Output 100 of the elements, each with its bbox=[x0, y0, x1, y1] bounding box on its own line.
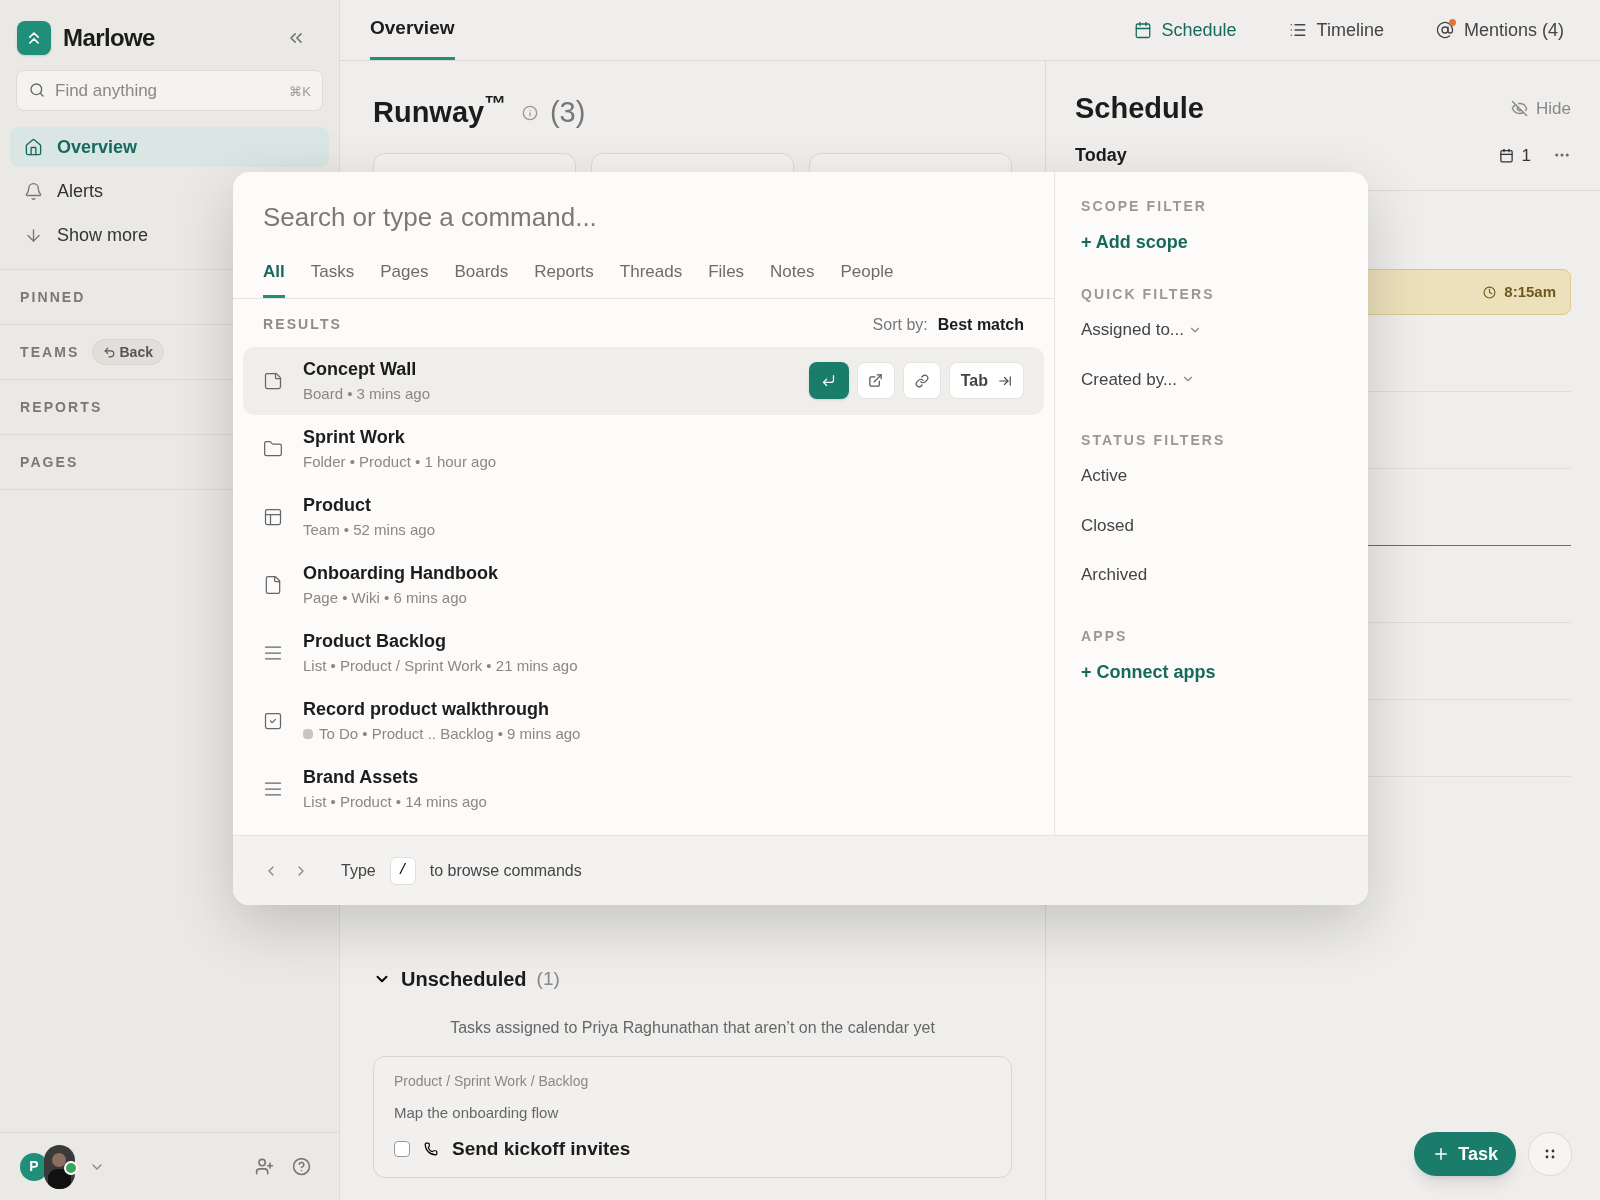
filter-dropdown[interactable]: Created by... bbox=[1081, 366, 1342, 392]
new-window-button[interactable] bbox=[856, 362, 895, 399]
task-checkbox[interactable] bbox=[394, 1140, 410, 1157]
hint-text: to browse commands bbox=[429, 860, 582, 881]
note-icon bbox=[263, 370, 283, 391]
status-option[interactable]: Active bbox=[1081, 463, 1342, 489]
profile-avatar[interactable] bbox=[44, 1144, 75, 1189]
sort-dropdown[interactable]: Best match bbox=[937, 312, 1024, 337]
result-item[interactable]: Product Backlog List • Product / Sprint Work • 21 mins ago bbox=[243, 618, 1044, 687]
back-button[interactable]: Back bbox=[91, 339, 164, 365]
phone-icon bbox=[424, 1141, 438, 1156]
link-icon bbox=[914, 373, 929, 388]
section-heading: REPORTS bbox=[20, 397, 103, 417]
filter-heading: SCOPE FILTER bbox=[1081, 197, 1209, 216]
checkbox-icon bbox=[263, 710, 283, 731]
dots-icon bbox=[1544, 1148, 1556, 1160]
add-link[interactable]: + Add scope bbox=[1081, 229, 1342, 256]
panel-title: Schedule bbox=[1075, 91, 1204, 126]
view-link[interactable]: Timeline bbox=[1288, 16, 1384, 44]
nav-item[interactable]: Overview bbox=[10, 127, 329, 167]
view-link[interactable]: Mentions (4) bbox=[1435, 16, 1564, 44]
filter-tab[interactable]: Pages bbox=[380, 259, 429, 298]
result-title: Onboarding Handbook bbox=[303, 561, 498, 585]
result-item[interactable]: Brand Assets List • Product • 14 mins ago bbox=[243, 754, 1044, 823]
arrow-to-line-icon bbox=[998, 373, 1012, 388]
filter-tab[interactable]: Boards bbox=[454, 259, 509, 298]
result-item[interactable]: Sprint Work Folder • Product • 1 hour ago bbox=[243, 414, 1044, 483]
filter-dropdown[interactable]: Assigned to... bbox=[1081, 317, 1342, 343]
command-input[interactable]: Search or type a command... bbox=[263, 198, 1024, 237]
search-icon bbox=[29, 82, 45, 98]
undo-arrow-icon bbox=[102, 345, 116, 359]
section-heading: TEAMS bbox=[20, 342, 80, 362]
title-count: (3) bbox=[549, 95, 586, 130]
filter-tab[interactable]: All bbox=[263, 259, 285, 298]
page-tab[interactable]: Overview bbox=[370, 0, 455, 60]
result-item[interactable]: Record product walkthrough To Do • Product .. Backlog • 9 mins ago bbox=[243, 686, 1044, 755]
section-heading: PAGES bbox=[20, 452, 79, 472]
result-title: Sprint Work bbox=[303, 425, 406, 449]
result-title: Record product walkthrough bbox=[303, 697, 550, 721]
filter-tab[interactable]: Files bbox=[708, 259, 745, 298]
status-option[interactable]: Archived bbox=[1081, 562, 1342, 588]
result-title: Product bbox=[303, 493, 372, 517]
copy-link-button[interactable] bbox=[902, 362, 941, 399]
list-icon bbox=[1288, 21, 1307, 39]
external-link-icon bbox=[868, 373, 884, 388]
section-title: Unscheduled bbox=[401, 967, 527, 992]
at-sign-icon bbox=[1435, 21, 1454, 39]
results-heading: RESULTS bbox=[263, 315, 342, 334]
result-meta: Team • 52 mins ago bbox=[303, 519, 435, 540]
result-meta: List • Product / Sprint Work • 21 mins ago bbox=[303, 655, 578, 676]
enter-icon bbox=[821, 373, 837, 388]
page-title: Runway$^{™}$ bbox=[373, 91, 506, 130]
shortcut-hint: ⌘K bbox=[289, 83, 311, 101]
filter-tab[interactable]: People bbox=[840, 259, 894, 298]
task-card[interactable]: Product / Sprint Work / Backlog Map the onboarding flow Send kickoff invites bbox=[373, 1056, 1012, 1178]
bell-icon bbox=[24, 181, 43, 201]
event-time: 8:15am bbox=[1504, 281, 1556, 302]
breadcrumb: Product / Sprint Work / Backlog bbox=[394, 1072, 590, 1091]
info-icon[interactable] bbox=[521, 104, 538, 121]
eye-off-icon bbox=[1511, 100, 1529, 118]
result-item[interactable]: Onboarding Handbook Page • Wiki • 6 mins ago bbox=[243, 550, 1044, 619]
calendar-icon bbox=[1498, 147, 1514, 163]
filter-tab[interactable]: Reports bbox=[534, 259, 594, 298]
result-item[interactable]: Concept Wall Board • 3 mins ago Tab bbox=[243, 346, 1044, 415]
status-option[interactable]: Closed bbox=[1081, 512, 1342, 538]
result-title: Product Backlog bbox=[303, 629, 448, 653]
open-button[interactable] bbox=[808, 362, 849, 399]
day-heading: Today bbox=[1075, 145, 1127, 166]
result-title: Concept Wall bbox=[303, 357, 418, 381]
day-count: 1 bbox=[1521, 144, 1531, 167]
filter-tab[interactable]: Tasks bbox=[310, 259, 355, 298]
sort-label: Sort by: bbox=[872, 314, 928, 335]
slash-key: / bbox=[389, 856, 416, 885]
clock-icon bbox=[1483, 285, 1497, 299]
brand-name: Marlowe bbox=[63, 23, 155, 53]
filter-heading: APPS bbox=[1081, 626, 1129, 646]
logo-icon bbox=[17, 21, 51, 55]
file-icon bbox=[263, 574, 283, 595]
task-subtitle: Map the onboarding flow bbox=[394, 1103, 560, 1123]
result-title: Brand Assets bbox=[303, 765, 420, 789]
home-icon bbox=[24, 137, 43, 157]
filter-tab[interactable]: Notes bbox=[770, 259, 815, 298]
view-link[interactable]: Schedule bbox=[1133, 16, 1237, 44]
result-meta: Board • 3 mins ago bbox=[303, 383, 430, 404]
hint-text: Type bbox=[341, 860, 376, 881]
help-icon[interactable] bbox=[292, 1157, 311, 1176]
result-meta: Folder • Product • 1 hour ago bbox=[303, 451, 497, 472]
filter-heading: QUICK FILTERS bbox=[1081, 285, 1216, 304]
add-link[interactable]: + Connect apps bbox=[1081, 658, 1342, 686]
add-task-button[interactable]: Task bbox=[1414, 1132, 1516, 1176]
result-item[interactable]: Product Team • 52 mins ago bbox=[243, 482, 1044, 551]
result-meta: To Do • Product .. Backlog • 9 mins ago bbox=[319, 723, 581, 744]
task-title: Send kickoff invites bbox=[452, 1136, 631, 1161]
tab-key-button[interactable]: Tab bbox=[948, 362, 1024, 399]
filter-tab[interactable]: Threads bbox=[619, 259, 683, 298]
add-user-icon[interactable] bbox=[255, 1157, 274, 1176]
result-meta: Page • Wiki • 6 mins ago bbox=[303, 587, 467, 608]
result-meta: List • Product • 14 mins ago bbox=[303, 791, 487, 812]
section-count: (1) bbox=[536, 966, 560, 991]
section-heading: PINNED bbox=[20, 287, 86, 307]
